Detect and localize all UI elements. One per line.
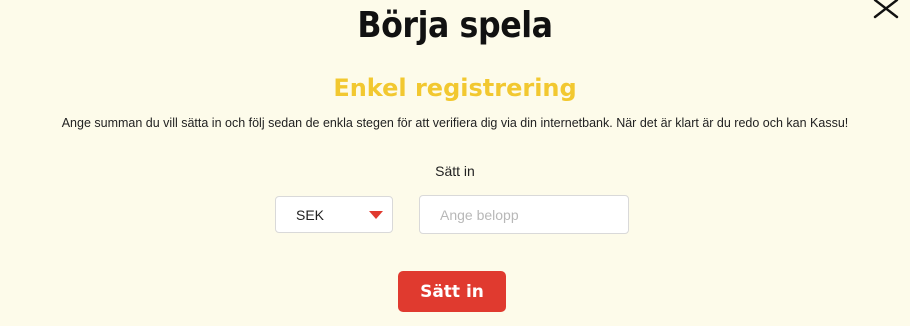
modal-title: Börja spela <box>357 5 553 46</box>
currency-value: SEK <box>296 207 325 223</box>
registration-subtitle: Enkel registrering <box>333 74 577 102</box>
currency-select[interactable]: SEK <box>275 196 393 233</box>
deposit-button[interactable]: Sätt in <box>398 271 506 312</box>
amount-input[interactable] <box>419 195 629 234</box>
close-icon <box>873 0 899 19</box>
close-button[interactable] <box>872 0 902 20</box>
dropdown-arrow-icon <box>369 211 383 219</box>
deposit-label: Sätt in <box>435 163 475 179</box>
instructions-text: Ange summan du vill sätta in och följ se… <box>61 116 849 130</box>
